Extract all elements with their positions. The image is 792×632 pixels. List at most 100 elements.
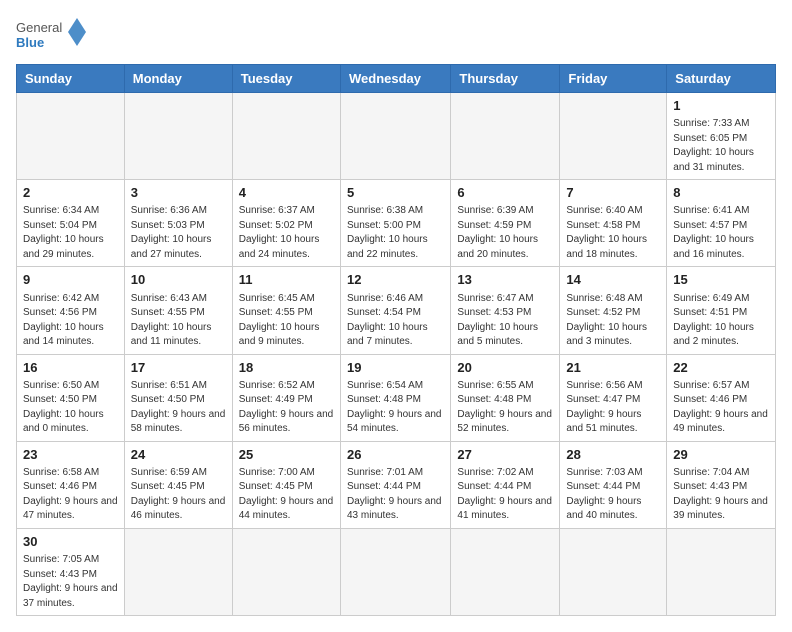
header: General Blue [16,16,776,52]
weekday-header-monday: Monday [124,65,232,93]
calendar-cell [124,528,232,615]
day-info: Sunrise: 7:04 AM Sunset: 4:43 PM Dayligh… [673,466,769,524]
day-info: Sunrise: 7:05 AM Sunset: 4:43 PM Dayligh… [23,553,118,611]
day-info: Sunrise: 6:41 AM Sunset: 4:57 PM Dayligh… [673,204,769,262]
day-info: Sunrise: 6:42 AM Sunset: 4:56 PM Dayligh… [23,292,118,350]
calendar-cell: 27 Sunrise: 7:02 AM Sunset: 4:44 PM Dayli… [451,441,560,528]
calendar-cell: 30 Sunrise: 7:05 AM Sunset: 4:43 PM Dayli… [17,528,125,615]
calendar-cell: 18Sunrise: 6:52 AM Sunset: 4:49 PM Dayli… [232,354,340,441]
day-number: 26 [347,446,444,464]
weekday-header-friday: Friday [560,65,667,93]
day-number: 16 [23,359,118,377]
calendar-cell: 8 Sunrise: 6:41 AM Sunset: 4:57 PM Daylig… [667,180,776,267]
calendar-cell: 7Sunrise: 6:40 AM Sunset: 4:58 PM Daylig… [560,180,667,267]
calendar-cell: 29 Sunrise: 7:04 AM Sunset: 4:43 PM Dayli… [667,441,776,528]
calendar-cell [451,93,560,180]
calendar-cell: 12Sunrise: 6:46 AM Sunset: 4:54 PM Dayli… [340,267,450,354]
calendar-cell: 14 Sunrise: 6:48 AM Sunset: 4:52 PM Dayli… [560,267,667,354]
svg-text:Blue: Blue [16,35,44,50]
calendar-cell: 9 Sunrise: 6:42 AM Sunset: 4:56 PM Daylig… [17,267,125,354]
weekday-header-thursday: Thursday [451,65,560,93]
calendar-cell [667,528,776,615]
day-number: 20 [457,359,553,377]
week-row-6: 30 Sunrise: 7:05 AM Sunset: 4:43 PM Dayli… [17,528,776,615]
calendar-cell: 6 Sunrise: 6:39 AM Sunset: 4:59 PM Daylig… [451,180,560,267]
day-number: 29 [673,446,769,464]
day-number: 25 [239,446,334,464]
week-row-3: 9 Sunrise: 6:42 AM Sunset: 4:56 PM Daylig… [17,267,776,354]
day-info: Sunrise: 6:34 AM Sunset: 5:04 PM Dayligh… [23,204,118,262]
calendar-cell: 25 Sunrise: 7:00 AM Sunset: 4:45 PM Dayli… [232,441,340,528]
day-number: 21 [566,359,660,377]
day-number: 5 [347,184,444,202]
day-number: 8 [673,184,769,202]
calendar-cell [340,93,450,180]
calendar-cell: 4 Sunrise: 6:37 AM Sunset: 5:02 PM Daylig… [232,180,340,267]
day-number: 28 [566,446,660,464]
calendar-cell: 26 Sunrise: 7:01 AM Sunset: 4:44 PM Dayli… [340,441,450,528]
day-number: 30 [23,533,118,551]
day-info: Sunrise: 6:36 AM Sunset: 5:03 PM Dayligh… [131,204,226,262]
day-info: Sunrise: 6:45 AM Sunset: 4:55 PM Dayligh… [239,292,334,350]
day-number: 17 [131,359,226,377]
day-number: 19 [347,359,444,377]
day-number: 7 [566,184,660,202]
week-row-2: 2 Sunrise: 6:34 AM Sunset: 5:04 PM Daylig… [17,180,776,267]
calendar-cell: 5 Sunrise: 6:38 AM Sunset: 5:00 PM Daylig… [340,180,450,267]
day-number: 27 [457,446,553,464]
day-info: Sunrise: 6:43 AM Sunset: 4:55 PM Dayligh… [131,292,226,350]
day-number: 11 [239,271,334,289]
day-info: Sunrise: 6:38 AM Sunset: 5:00 PM Dayligh… [347,204,444,262]
calendar-table: SundayMondayTuesdayWednesdayThursdayFrid… [16,64,776,616]
week-row-4: 16 Sunrise: 6:50 AM Sunset: 4:50 PM Dayli… [17,354,776,441]
day-info: Sunrise: 7:02 AM Sunset: 4:44 PM Dayligh… [457,466,553,524]
day-info: Sunrise: 7:03 AM Sunset: 4:44 PM Dayligh… [566,466,660,524]
day-number: 12 [347,271,444,289]
calendar-cell [232,528,340,615]
day-number: 23 [23,446,118,464]
day-info: Sunrise: 7:01 AM Sunset: 4:44 PM Dayligh… [347,466,444,524]
day-number: 4 [239,184,334,202]
calendar-cell [124,93,232,180]
day-info: Sunrise: 6:58 AM Sunset: 4:46 PM Dayligh… [23,466,118,524]
calendar-cell: 24 Sunrise: 6:59 AM Sunset: 4:45 PM Dayli… [124,441,232,528]
calendar-cell: 13Sunrise: 6:47 AM Sunset: 4:53 PM Dayli… [451,267,560,354]
calendar-cell: 2 Sunrise: 6:34 AM Sunset: 5:04 PM Daylig… [17,180,125,267]
day-info: Sunrise: 6:56 AM Sunset: 4:47 PM Dayligh… [566,379,660,437]
day-info: Sunrise: 6:39 AM Sunset: 4:59 PM Dayligh… [457,204,553,262]
day-number: 22 [673,359,769,377]
day-number: 1 [673,97,769,115]
day-number: 24 [131,446,226,464]
day-number: 14 [566,271,660,289]
week-row-5: 23 Sunrise: 6:58 AM Sunset: 4:46 PM Dayli… [17,441,776,528]
day-info: Sunrise: 7:00 AM Sunset: 4:45 PM Dayligh… [239,466,334,524]
calendar-cell: 10 Sunrise: 6:43 AM Sunset: 4:55 PM Dayli… [124,267,232,354]
day-info: Sunrise: 6:37 AM Sunset: 5:02 PM Dayligh… [239,204,334,262]
day-info: Sunrise: 6:50 AM Sunset: 4:50 PM Dayligh… [23,379,118,437]
day-number: 2 [23,184,118,202]
calendar-cell: 19 Sunrise: 6:54 AM Sunset: 4:48 PM Dayli… [340,354,450,441]
calendar-cell: 20 Sunrise: 6:55 AM Sunset: 4:48 PM Dayli… [451,354,560,441]
day-info: Sunrise: 6:55 AM Sunset: 4:48 PM Dayligh… [457,379,553,437]
calendar-cell: 16 Sunrise: 6:50 AM Sunset: 4:50 PM Dayli… [17,354,125,441]
day-number: 9 [23,271,118,289]
calendar-cell [340,528,450,615]
day-number: 15 [673,271,769,289]
generalblue-logo-icon: General Blue [16,16,86,52]
day-info: Sunrise: 6:48 AM Sunset: 4:52 PM Dayligh… [566,292,660,350]
calendar-cell: 23 Sunrise: 6:58 AM Sunset: 4:46 PM Dayli… [17,441,125,528]
day-info: Sunrise: 6:59 AM Sunset: 4:45 PM Dayligh… [131,466,226,524]
day-number: 3 [131,184,226,202]
week-row-1: 1Sunrise: 7:33 AM Sunset: 6:05 PM Daylig… [17,93,776,180]
day-number: 10 [131,271,226,289]
calendar-cell: 17 Sunrise: 6:51 AM Sunset: 4:50 PM Dayli… [124,354,232,441]
calendar-cell: 21 Sunrise: 6:56 AM Sunset: 4:47 PM Dayli… [560,354,667,441]
day-number: 6 [457,184,553,202]
logo: General Blue [16,16,86,52]
calendar-cell [232,93,340,180]
day-info: Sunrise: 6:54 AM Sunset: 4:48 PM Dayligh… [347,379,444,437]
weekday-header-row: SundayMondayTuesdayWednesdayThursdayFrid… [17,65,776,93]
calendar-cell: 1Sunrise: 7:33 AM Sunset: 6:05 PM Daylig… [667,93,776,180]
day-info: Sunrise: 6:51 AM Sunset: 4:50 PM Dayligh… [131,379,226,437]
weekday-header-tuesday: Tuesday [232,65,340,93]
